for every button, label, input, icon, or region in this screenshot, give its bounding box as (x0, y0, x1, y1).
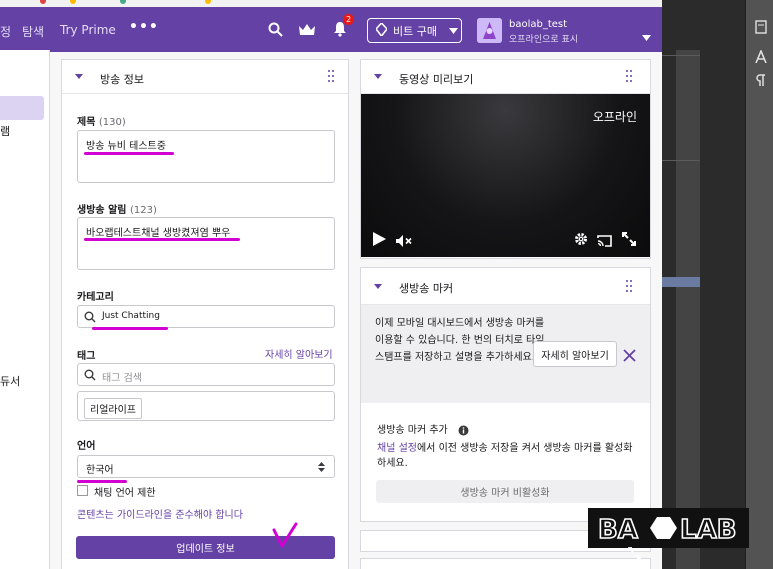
nav-link-browse[interactable]: 탐색 (22, 23, 44, 40)
tags-learn-more-link[interactable]: 자세히 알아보기 (265, 346, 333, 361)
stream-marker-header: 생방송 마커 (361, 268, 650, 305)
sidebar-item-label-1[interactable]: 램 (0, 123, 10, 139)
left-sidebar: 램 듀서 (0, 50, 50, 569)
language-label: 언어 (77, 441, 96, 452)
category-search-input[interactable]: Just Chatting (77, 305, 335, 328)
fullscreen-icon[interactable] (622, 231, 636, 250)
tab-favicon-red (40, 0, 46, 4)
chat-language-restrict-checkbox[interactable] (77, 485, 88, 496)
user-menu-chevron-icon[interactable] (642, 26, 651, 45)
external-app-highlight (662, 277, 700, 287)
category-label: 카테고리 (77, 292, 114, 303)
video-preview-header: 동영상 미리보기 (361, 60, 650, 94)
settings-gear-icon[interactable] (574, 231, 588, 250)
marker-add-label: 생방송 마커 추가 (377, 425, 448, 436)
search-icon (84, 369, 96, 384)
notification-input[interactable]: 바오랩테스트채널 생방켰져염 뿌우 (77, 217, 335, 270)
stream-info-title: 방송 정보 (100, 73, 144, 86)
stream-marker-title: 생방송 마커 (399, 282, 454, 295)
offline-label: 오프라인 (592, 110, 637, 124)
collapse-caret-icon[interactable] (374, 74, 382, 79)
buy-bits-label: 비트 구매 (393, 24, 437, 38)
collapse-caret-icon[interactable] (75, 74, 83, 79)
tags-list: 리얼라이프 (77, 391, 335, 421)
annotation-checkmark (272, 522, 298, 554)
drag-handle-icon[interactable] (328, 70, 336, 84)
tag-chip[interactable]: 리얼라이프 (84, 398, 142, 419)
text-tool-icon[interactable] (755, 48, 767, 66)
buy-bits-button[interactable]: 비트 구매 (367, 18, 462, 43)
video-preview-title: 동영상 미리보기 (399, 73, 474, 86)
notification-badge: 2 (343, 14, 354, 25)
mute-icon[interactable] (396, 232, 412, 251)
notification-label-text: 생방송 알림 (77, 205, 127, 216)
chat-language-restrict-label: 채팅 언어 제한 (94, 488, 156, 499)
sidebar-item-active[interactable] (0, 96, 44, 120)
tab-favicon-green (120, 0, 126, 4)
notification-label: 생방송 알림 (123) (77, 201, 157, 216)
browser-tab-strip (0, 0, 662, 7)
search-icon[interactable] (266, 20, 284, 38)
baolab-logo: BA LAB (588, 508, 749, 548)
annotation-underline-title (84, 152, 174, 155)
title-input-value: 방송 뉴비 테스트중 (86, 141, 166, 152)
marker-learn-more-button[interactable]: 자세히 알아보기 (533, 341, 617, 367)
annotation-underline-category (92, 327, 168, 330)
marker-settings-note: 채널 설정에서 이전 생방송 저장을 켜서 생방송 마커를 활성화하세요. (377, 441, 637, 471)
title-label: 제목 (130) (77, 113, 126, 128)
svg-text:LAB: LAB (680, 515, 737, 544)
collapsed-panel-2 (360, 558, 651, 569)
user-status: 오프라인으로 표시 (509, 35, 579, 45)
tags-label: 태그 (77, 351, 96, 362)
expand-icon[interactable] (628, 545, 641, 564)
avatar[interactable] (477, 18, 502, 43)
language-select[interactable]: 한국어 (77, 455, 335, 478)
svg-text:BA: BA (598, 515, 638, 544)
stream-info-header: 방송 정보 (62, 60, 348, 94)
disable-marker-button[interactable]: 생방송 마커 비활성화 (376, 480, 634, 503)
collapse-caret-icon[interactable] (374, 284, 382, 289)
external-app-divider (662, 55, 700, 56)
crown-icon[interactable] (297, 20, 317, 38)
title-input[interactable]: 방송 뉴비 테스트중 (77, 130, 335, 183)
external-app-divider-2 (662, 160, 700, 161)
info-icon[interactable] (458, 421, 469, 440)
top-nav-bar: 정 탐색 Try Prime ••• 2 비트 구매 baolab_test 오… (0, 7, 662, 52)
video-player[interactable]: 오프라인 (361, 94, 650, 257)
notification-char-count: (123) (129, 205, 157, 216)
marker-info-message: 이제 모바일 대시보드에서 생방송 마커를 이용할 수 있습니다. 한 번의 터… (375, 318, 545, 363)
external-app-toolbar (745, 0, 773, 569)
nav-link-fragment[interactable]: 정 (0, 23, 11, 40)
tab-favicon-yellow-2 (205, 0, 211, 4)
nav-link-prime[interactable]: Try Prime (60, 23, 116, 37)
paragraph-tool-icon[interactable] (755, 74, 765, 90)
external-app-panel (676, 50, 700, 569)
category-value: Just Chatting (102, 311, 160, 321)
user-name[interactable]: baolab_test (509, 19, 567, 30)
annotation-underline-language (77, 480, 127, 483)
nav-more-button[interactable]: ••• (129, 19, 159, 35)
bits-icon (374, 21, 389, 39)
close-icon[interactable] (623, 347, 636, 366)
play-icon[interactable] (373, 231, 386, 250)
search-icon (84, 311, 96, 326)
cast-icon[interactable] (597, 232, 612, 251)
tags-placeholder: 태그 검색 (102, 373, 142, 384)
title-char-count: (130) (98, 117, 126, 128)
tab-favicon-yellow (70, 0, 76, 4)
language-value: 한국어 (86, 465, 114, 476)
tags-search-input[interactable]: 태그 검색 (77, 363, 335, 386)
sidebar-item-label-2[interactable]: 듀서 (0, 373, 20, 389)
channel-settings-link[interactable]: 채널 설정 (377, 443, 417, 454)
title-label-text: 제목 (77, 117, 96, 128)
select-arrows-icon (318, 462, 325, 475)
guideline-link[interactable]: 콘텐츠는 가이드라인을 준수해야 합니다 (77, 506, 243, 521)
notification-input-value: 바오랩테스트채널 생방켰져염 뿌우 (86, 228, 231, 239)
chevron-down-icon (448, 24, 458, 37)
drag-handle-icon[interactable] (626, 280, 634, 294)
annotation-underline-notification (84, 238, 240, 241)
tool-icon-1[interactable] (755, 20, 767, 37)
drag-handle-icon[interactable] (626, 70, 634, 84)
